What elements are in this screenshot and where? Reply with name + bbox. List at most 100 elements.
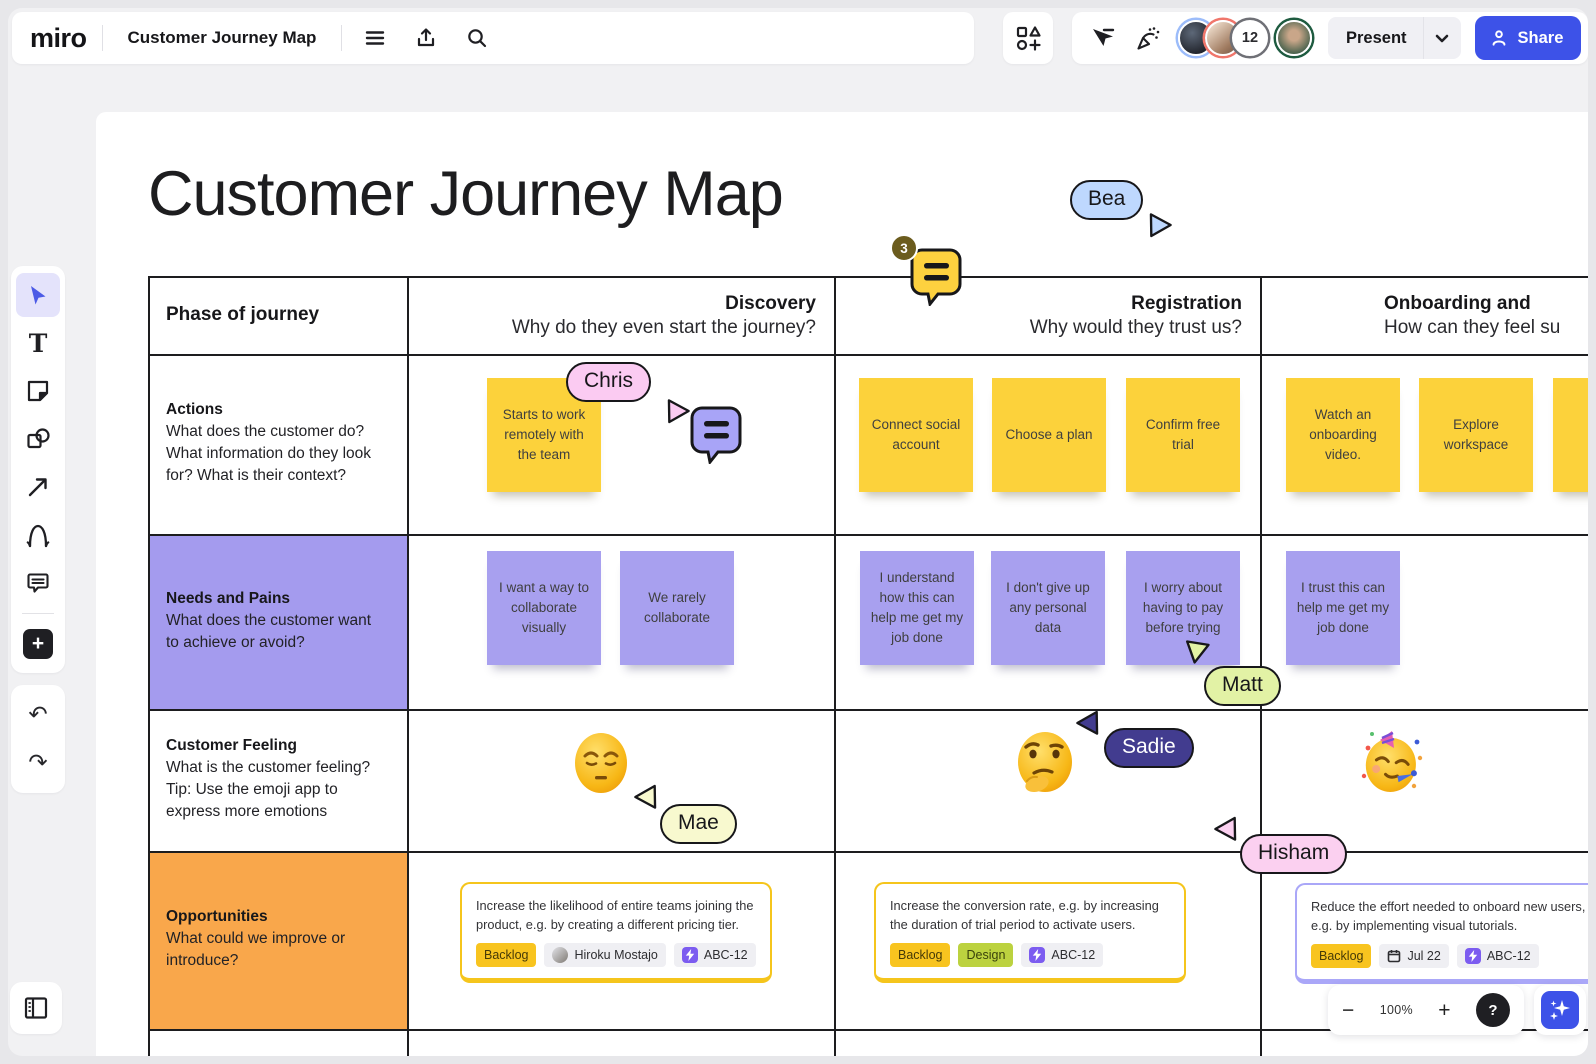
column-header-discovery[interactable]: Discovery Why do they even start the jou… <box>407 278 834 354</box>
shapes-icon <box>25 426 51 452</box>
frames-panel-icon <box>22 995 50 1021</box>
opportunity-card[interactable]: Increase the conversion rate, e.g. by in… <box>874 882 1186 984</box>
comment-tool[interactable] <box>16 561 60 605</box>
redo-button[interactable]: ↷ <box>16 741 60 785</box>
export-icon <box>414 26 438 50</box>
sticky-note-tool[interactable] <box>16 369 60 413</box>
card-text: Increase the likelihood of entire teams … <box>476 898 754 933</box>
jira-tag[interactable]: ABC-12 <box>673 943 756 968</box>
avatar[interactable] <box>1276 20 1312 56</box>
undo-button[interactable]: ↶ <box>16 693 60 737</box>
collaborator-label: Matt <box>1204 666 1281 706</box>
jira-tag[interactable]: ABC-12 <box>1456 944 1539 969</box>
comment-thread[interactable]: 3 <box>890 234 966 306</box>
hamburger-icon <box>363 26 387 50</box>
ai-assist-button[interactable] <box>1541 991 1579 1029</box>
row-label-feeling[interactable]: Customer Feeling What is the customer fe… <box>150 709 407 851</box>
help-button[interactable]: ? <box>1475 993 1510 1027</box>
board-title[interactable]: Customer Journey Map <box>118 28 327 48</box>
participants-count-badge[interactable]: 12 <box>1232 20 1268 56</box>
jira-tag[interactable]: ABC-12 <box>1021 943 1104 968</box>
widgets-button[interactable] <box>1003 12 1053 64</box>
divider <box>101 25 103 51</box>
shapes-tool[interactable] <box>16 417 60 461</box>
row-title: Needs and Pains <box>166 589 291 607</box>
history-toolbar: ↶ ↷ <box>11 685 65 793</box>
column-subtitle: Why do they even start the journey? <box>511 317 816 338</box>
share-button[interactable]: Share <box>1474 16 1582 60</box>
column-header-registration[interactable]: Registration Why would they trust us? <box>834 278 1260 354</box>
design-tag[interactable]: Design <box>958 943 1014 968</box>
status-tag[interactable]: Backlog <box>476 943 537 968</box>
sticky-note[interactable]: I want a way to collaborate visually <box>487 551 601 665</box>
main-menu-button[interactable] <box>357 20 393 56</box>
status-tag[interactable]: Backlog <box>890 943 951 968</box>
comment-icon <box>25 570 51 596</box>
card-text: Increase the conversion rate, e.g. by in… <box>890 898 1159 933</box>
row-desc: What does the customer want to achieve o… <box>166 611 372 651</box>
participant-avatars[interactable]: 12 <box>1178 20 1312 56</box>
sticky-note[interactable]: Choose a plan <box>992 378 1106 492</box>
title-toolbar: miro Customer Journey Map <box>12 12 974 64</box>
thinking-emoji[interactable] <box>1010 728 1080 798</box>
zoom-in-button[interactable]: + <box>1438 1000 1450 1021</box>
sparkles-icon <box>1548 998 1572 1022</box>
partying-emoji[interactable] <box>1354 724 1428 798</box>
sticky-note[interactable]: Connect social account <box>859 378 973 492</box>
export-button[interactable] <box>408 20 444 56</box>
undo-icon: ↶ <box>28 701 48 728</box>
redo-icon: ↷ <box>28 749 48 776</box>
corner-header[interactable]: Phase of journey <box>166 304 319 326</box>
more-tools-button[interactable]: + <box>16 622 60 666</box>
sticky-note[interactable]: Watch an onboarding video. <box>1286 378 1400 492</box>
sticky-note[interactable]: We rarely collaborate <box>620 551 734 665</box>
sticky-note[interactable]: I understand how this can help me get my… <box>860 551 974 665</box>
present-dropdown[interactable] <box>1422 17 1461 59</box>
party-popper-icon <box>1135 25 1161 51</box>
divider <box>341 25 343 51</box>
zoom-out-button[interactable]: − <box>1342 1000 1354 1021</box>
collaborator-label: Hisham <box>1240 834 1348 874</box>
opportunity-card[interactable]: Increase the likelihood of entire teams … <box>460 882 772 984</box>
text-tool[interactable]: T <box>16 321 60 365</box>
row-title: Actions <box>166 401 223 418</box>
opportunity-card[interactable]: Reduce the effort needed to onboard new … <box>1295 883 1588 985</box>
select-tool[interactable] <box>16 273 60 317</box>
miro-logo[interactable]: miro <box>30 23 87 54</box>
search-button[interactable] <box>459 20 495 56</box>
assignee-tag[interactable]: Hiroku Mostajo <box>544 943 666 968</box>
reactions-button[interactable] <box>1130 20 1166 56</box>
row-label-needs[interactable]: Needs and Pains What does the customer w… <box>150 534 407 709</box>
pen-tool[interactable] <box>16 513 60 557</box>
column-header-onboarding[interactable]: Onboarding and How can they feel su <box>1260 278 1588 354</box>
status-tag[interactable]: Backlog <box>1311 944 1372 969</box>
column-title: Discovery <box>725 293 816 314</box>
collaborator-label: Bea <box>1070 180 1144 220</box>
zoom-level[interactable]: 100% <box>1380 1003 1413 1017</box>
row-label-opportunities[interactable]: Opportunities What could we improve or i… <box>150 851 407 1029</box>
present-button[interactable]: Present <box>1328 17 1461 59</box>
present-label: Present <box>1346 28 1407 47</box>
card-text: Reduce the effort needed to onboard new … <box>1311 899 1586 934</box>
frames-panel-button[interactable] <box>10 982 62 1034</box>
due-date-tag[interactable]: Jul 22 <box>1379 944 1449 969</box>
sticky-note[interactable]: I trust this can help me get my job done <box>1286 551 1400 665</box>
sticky-note[interactable]: Explore workspace <box>1419 378 1533 492</box>
hide-cursors-button[interactable] <box>1084 20 1120 56</box>
sticky-note[interactable]: Confirm free trial <box>1126 378 1240 492</box>
board-heading[interactable]: Customer Journey Map <box>148 158 784 230</box>
assignee-avatar <box>552 947 569 964</box>
sticky-note[interactable]: I don't give up any personal data <box>991 551 1105 665</box>
lightning-icon <box>1029 947 1046 964</box>
board-canvas[interactable]: Customer Journey Map Phase of journey Di… <box>96 112 1588 1056</box>
column-subtitle: How can they feel su <box>1384 317 1561 338</box>
row-label-actions[interactable]: Actions What does the customer do? What … <box>150 354 407 534</box>
collaborator-label: Mae <box>660 804 737 844</box>
ai-assist-container <box>1534 985 1586 1035</box>
pensive-emoji[interactable] <box>568 730 634 796</box>
sticky-note[interactable] <box>1553 378 1588 492</box>
lightning-icon <box>1464 948 1481 965</box>
arrow-icon <box>26 475 50 499</box>
connection-line-tool[interactable] <box>16 465 60 509</box>
grid-line <box>834 278 836 1056</box>
